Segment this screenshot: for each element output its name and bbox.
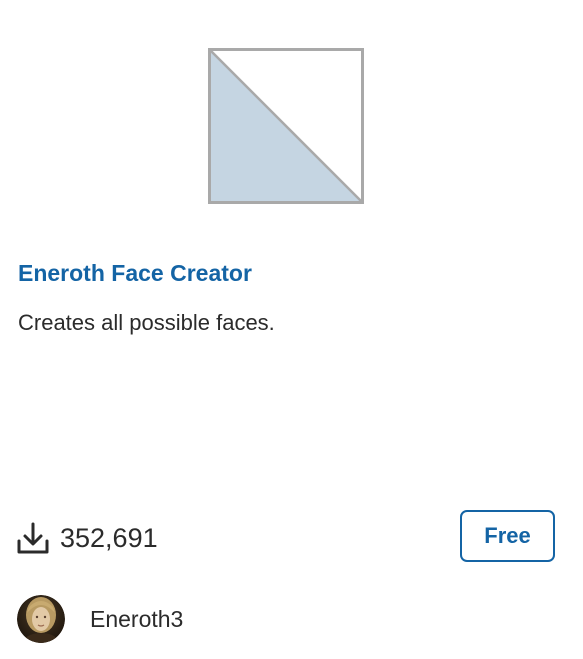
extension-title-link[interactable]: Eneroth Face Creator	[18, 258, 252, 288]
extension-thumbnail[interactable]	[208, 48, 364, 204]
author-avatar[interactable]	[17, 595, 65, 643]
author-row[interactable]: Eneroth3	[17, 595, 183, 643]
placeholder-thumbnail-icon	[208, 48, 364, 204]
extension-card: Eneroth Face Creator Creates all possibl…	[0, 0, 583, 659]
download-count-value: 352,691	[60, 523, 158, 553]
free-button[interactable]: Free	[460, 510, 555, 562]
download-icon	[17, 522, 49, 554]
extension-description: Creates all possible faces.	[18, 310, 275, 335]
download-count: 352,691	[16, 519, 158, 557]
author-name-link[interactable]: Eneroth3	[90, 604, 183, 634]
